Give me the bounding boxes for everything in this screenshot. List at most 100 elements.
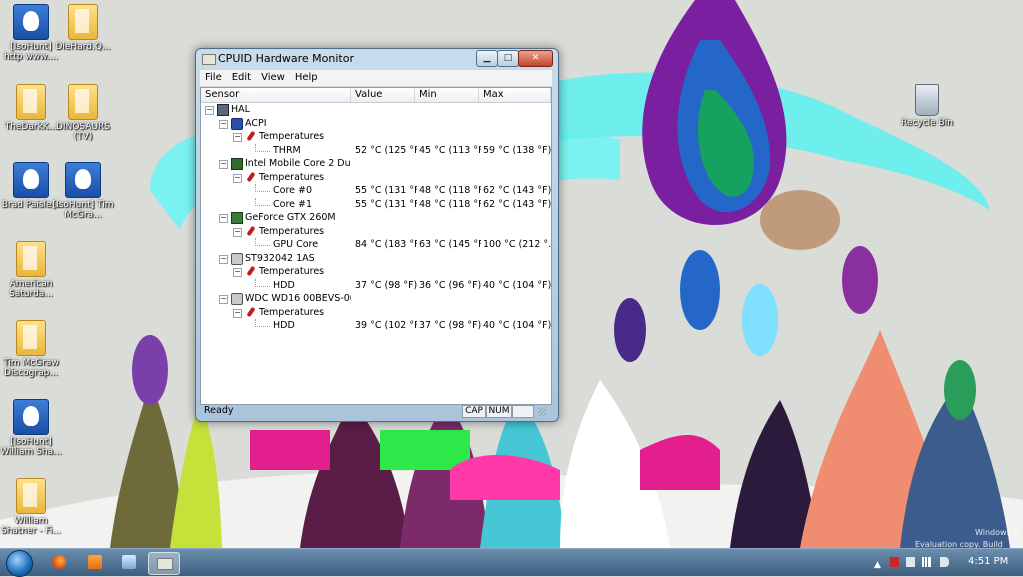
sensor-reading-row[interactable]: GPU Core 84 °C (183 °F) 63 °C (145 °F) 100 … [201,238,551,251]
tree-node-row[interactable]: − Temperatures [201,130,551,143]
tree-node-row[interactable]: − Temperatures [201,265,551,278]
num-lock-indicator: NUM [486,405,512,418]
desktop-icon-recycle-bin[interactable]: Recycle Bin [896,84,958,128]
column-header: Sensor Value Min Max [201,88,551,103]
menu-bar: File Edit View Help [200,70,552,87]
desktop-icon-dinosaurs[interactable]: DINOSAURS (TV) [52,84,114,142]
collapse-toggle-icon[interactable]: − [233,173,242,183]
sensor-name: THRM [273,144,301,156]
clock[interactable]: 4:51 PM [968,556,1008,567]
sensor-min: 48 °C (118 °F) [419,185,481,196]
thermometer-icon [246,306,256,317]
action-center-icon[interactable] [890,557,899,567]
tree-node-row[interactable]: − WDC WD16 00BEVS-00V... [201,292,551,305]
volume-icon[interactable] [940,557,949,567]
collapse-toggle-icon[interactable]: − [219,160,228,169]
resize-grip-icon[interactable] [538,408,546,416]
folder-icon [68,84,98,120]
menu-edit[interactable]: Edit [227,70,256,83]
title-bar[interactable]: CPUID Hardware Monitor ▁ □ ✕ [196,49,558,69]
minimize-button[interactable]: ▁ [476,50,498,67]
collapse-toggle-icon[interactable]: − [219,119,228,129]
firefox-icon [52,555,66,569]
desktop-icon-american-saturday[interactable]: American Saturda... [0,241,62,299]
tree-node-row[interactable]: − Temperatures [201,306,551,319]
cpu-icon [231,158,243,170]
hardware-monitor-window[interactable]: CPUID Hardware Monitor ▁ □ ✕ File Edit Vie… [195,48,559,422]
sensor-min: 63 °C (145 °F) [419,239,481,250]
hdd-icon [231,252,243,265]
folder-icon [16,478,46,514]
collapse-toggle-icon[interactable]: − [233,227,242,237]
sensor-reading-row[interactable]: HDD 39 °C (102 °F) 37 °C (98 °F) 40 °C (104… [201,319,551,332]
sensor-value: 37 °C (98 °F) [355,279,417,291]
column-value[interactable]: Value [351,88,415,102]
desktop-icon-tim-mcgraw-discography[interactable]: Tim McGraw Discograp... [0,320,62,378]
vuze-icon [13,162,49,198]
sensor-name: Intel Mobile Core 2 Duo... [245,158,351,169]
collapse-toggle-icon[interactable]: − [205,106,214,115]
close-icon: ✕ [531,53,540,63]
collapse-toggle-icon[interactable]: − [219,295,228,304]
desktop-icon-william-shatner[interactable]: William Shatner - Fi... [0,478,62,536]
start-button[interactable] [6,550,33,577]
vuze-icon [13,4,49,40]
desktop-icon-isohunt-tim-mcgraw[interactable]: [IsoHunt] Tim McGra... [52,162,114,220]
acpi-icon [231,117,243,130]
close-button[interactable]: ✕ [518,50,553,67]
sensor-name: HDD [273,320,295,331]
collapse-toggle-icon[interactable]: − [233,133,242,142]
desktop-icon-diehard[interactable]: DieHard.Q... [52,4,114,52]
status-text: Ready [204,405,234,416]
thermometer-icon [246,130,256,142]
desktop-icon-isohunt-william-shatner[interactable]: [IsoHunt] William Sha... [0,399,62,457]
menu-view[interactable]: View [256,70,290,83]
sensor-min: 36 °C (96 °F) [419,279,481,291]
tree-node-row[interactable]: − Temperatures [201,171,551,184]
taskbar-explorer[interactable] [114,552,144,573]
sensor-name: WDC WD16 00BEVS-00V... [245,293,351,304]
sensor-max: 62 °C (143 °F) [483,198,551,210]
windows-watermark: Windows 7 [975,528,1019,537]
tree-node-row[interactable]: − Temperatures [201,225,551,238]
column-max[interactable]: Max [479,88,551,102]
sensor-name: GPU Core [273,239,319,250]
gpu-icon [231,212,243,224]
folder-icon [16,241,46,277]
maximize-button[interactable]: □ [497,50,519,67]
show-hidden-icons-icon[interactable]: ▲ [874,557,883,570]
sensor-tree[interactable]: Sensor Value Min Max − HAL − ACPI − Temperatu… [200,87,552,405]
menu-file[interactable]: File [200,70,227,83]
sensor-reading-row[interactable]: Core #1 55 °C (131 °F) 48 °C (118 °F) 62 °C… [201,197,551,211]
window-title: CPUID Hardware Monitor [218,52,354,65]
taskbar-firefox[interactable] [44,552,74,573]
tree-node-row[interactable]: − GeForce GTX 260M [201,211,551,224]
network-icon[interactable] [922,557,931,567]
thermometer-icon [246,171,256,182]
column-sensor[interactable]: Sensor [201,88,351,102]
tree-node-row[interactable]: − Intel Mobile Core 2 Duo... [201,157,551,170]
taskbar-vlc[interactable] [80,552,110,573]
tree-connector [255,278,270,287]
minimize-icon: ▁ [483,53,491,63]
power-icon[interactable] [906,557,915,567]
sensor-reading-row[interactable]: HDD 37 °C (98 °F) 36 °C (96 °F) 40 °C (104 … [201,278,551,292]
collapse-toggle-icon[interactable]: − [233,308,242,318]
vuze-icon [65,162,101,198]
taskbar-hardware-monitor[interactable] [148,552,180,575]
sensor-reading-row[interactable]: Core #0 55 °C (131 °F) 48 °C (118 °F) 62 °C… [201,184,551,197]
sensor-name: Core #1 [273,198,313,210]
sensor-name: Temperatures [259,266,325,277]
tree-node-row[interactable]: − ACPI [201,117,551,130]
tree-node-row[interactable]: − HAL [201,103,551,116]
app-icon [202,54,216,65]
menu-help[interactable]: Help [290,70,323,83]
column-min[interactable]: Min [415,88,479,102]
sensor-reading-row[interactable]: THRM 52 °C (125 °F) 45 °C (113 °F) 59 °C (1… [201,143,551,157]
collapse-toggle-icon[interactable]: − [219,254,228,264]
tree-connector [255,238,270,246]
tree-node-row[interactable]: − ST932042 1AS [201,252,551,265]
thermometer-icon [246,265,256,277]
collapse-toggle-icon[interactable]: − [219,214,228,223]
collapse-toggle-icon[interactable]: − [233,268,242,277]
